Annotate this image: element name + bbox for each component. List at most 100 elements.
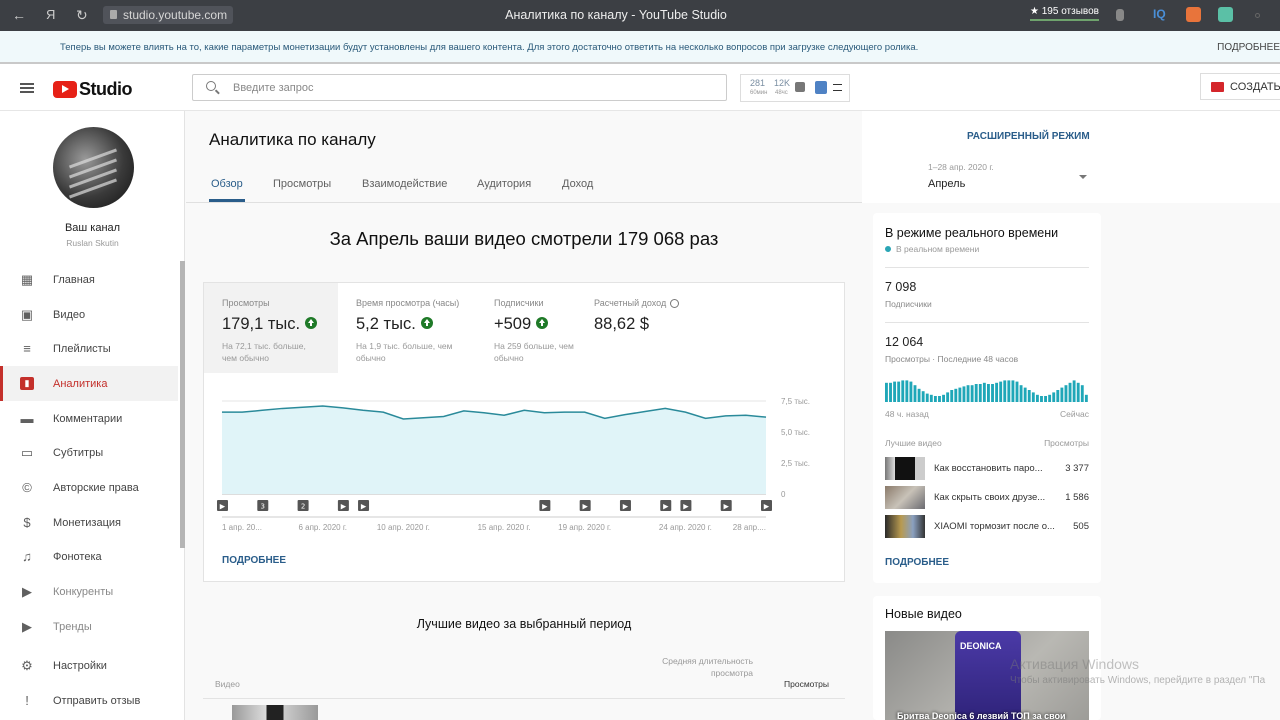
competitors-icon: ▶: [22, 584, 32, 599]
sidebar-item-video-library[interactable]: ▣ Видео: [0, 297, 178, 332]
video-thumbnail: [885, 515, 925, 538]
sidebar-item-comment[interactable]: ▬ Комментарии: [0, 401, 178, 436]
reviews-badge[interactable]: ★ 195 отзывов: [1030, 6, 1099, 21]
analytics-icon: ▮: [20, 377, 34, 390]
metric-label: Просмотры: [222, 298, 270, 308]
arrow-up-icon: [536, 316, 549, 329]
new-videos-title: Новые видео: [885, 607, 962, 621]
tab-views[interactable]: Просмотры: [273, 178, 331, 190]
windows-activation-title: Активация Windows: [1010, 656, 1140, 672]
marker-label: ▶: [683, 503, 689, 511]
date-select[interactable]: Апрель: [928, 178, 965, 190]
video-title: Как скрыть своих друзе...: [934, 492, 1046, 503]
channel-user: Ruslan Skutin: [66, 238, 119, 248]
marker-label: ▶: [582, 503, 588, 511]
widget-views-48h: 12K: [774, 78, 791, 88]
metric-subscribers[interactable]: Подписчики +509 На 259 больше, чем обычн…: [476, 283, 576, 373]
sidebar-item-playlist[interactable]: ≡ Плейлисты: [0, 331, 178, 366]
y-tick-label: 2,5 тыс.: [781, 459, 810, 468]
metric-watch-time[interactable]: Время просмотра (часы) 5,2 тыс. На 1,9 т…: [338, 283, 476, 373]
notice-text: Теперь вы можете влиять на то, какие пар…: [60, 42, 919, 53]
bookmark-icon[interactable]: [1116, 9, 1124, 21]
realtime-bar: [885, 382, 888, 402]
sidebar-item-copyright[interactable]: © Авторские права: [0, 470, 178, 505]
dropdown-arrow-icon[interactable]: [1079, 175, 1087, 179]
search-input[interactable]: Введите запрос: [192, 74, 727, 101]
subtitles-icon: ▭: [20, 445, 34, 460]
top-videos-title: Лучшие видео за выбранный период: [416, 617, 632, 631]
realtime-bar: [1080, 385, 1084, 402]
sidebar-item-subtitles[interactable]: ▭ Субтитры: [0, 435, 178, 470]
channel-avatar[interactable]: [53, 127, 134, 208]
marker-label: ▶: [361, 503, 367, 511]
tab-overview[interactable]: Обзор: [209, 178, 245, 202]
sidebar-item-trends[interactable]: ▶ Тренды: [0, 609, 178, 644]
overview-more-link[interactable]: ПОДРОБНЕЕ: [222, 555, 286, 566]
metric-views[interactable]: Просмотры 179,1 тыс. На 72,1 тыс. больше…: [204, 283, 338, 373]
realtime-bar: [1007, 380, 1011, 402]
realtime-bar: [929, 394, 933, 402]
sidebar-item-audio-library[interactable]: ♫ Фонотека: [0, 539, 178, 574]
tab-engagement[interactable]: Взаимодействие: [362, 178, 447, 190]
sidebar-item-label: Монетизация: [53, 517, 121, 529]
realtime-views-label: Просмотры · Последние 48 часов: [885, 354, 1019, 364]
search-small-icon[interactable]: [1255, 13, 1260, 18]
bar-chart-icon[interactable]: [795, 82, 805, 92]
copyright-icon: ©: [22, 480, 32, 495]
realtime-bar: [1019, 385, 1023, 402]
realtime-bar: [901, 380, 905, 402]
extension-play-icon[interactable]: [815, 81, 827, 94]
extension-green-icon[interactable]: [1218, 7, 1233, 22]
date-range-text: 1–28 апр. 2020 г.: [928, 162, 994, 172]
sidebar-item-dashboard[interactable]: ▦ Главная: [0, 262, 178, 297]
marker-label: ▶: [341, 503, 347, 511]
vidiq-widget[interactable]: 281 60мин 12K 48чс: [740, 74, 850, 102]
sidebar-item-competitors[interactable]: ▶ Конкуренты: [0, 574, 178, 609]
realtime-video-row[interactable]: Как восстановить паро... 3 377: [885, 457, 1089, 481]
analytics-tabs: Обзор Просмотры Взаимодействие Аудитория…: [186, 178, 862, 203]
realtime-more-link[interactable]: ПОДРОБНЕЕ: [885, 557, 949, 568]
menu-icon[interactable]: [20, 83, 34, 93]
realtime-video-row[interactable]: Как скрыть своих друзе... 1 586: [885, 486, 1089, 510]
create-button[interactable]: СОЗДАТЬ: [1200, 73, 1280, 100]
search-icon: [206, 81, 216, 91]
sidebar-scrollbar[interactable]: [180, 261, 185, 548]
studio-logo[interactable]: Studio: [53, 79, 133, 100]
realtime-card: В режиме реального времени В реальном вр…: [873, 213, 1101, 583]
realtime-bar: [1040, 396, 1043, 402]
sidebar-item-gear[interactable]: ⚙ Настройки: [0, 648, 178, 683]
realtime-video-row[interactable]: XIAOMI тормозит после о... 505: [885, 515, 1089, 539]
metric-revenue[interactable]: Расчетный доход 88,62 $: [576, 283, 706, 373]
sidebar-item-label: Настройки: [53, 660, 107, 672]
column-views[interactable]: Просмотры: [784, 679, 829, 689]
x-tick-label: 1 апр. 20...: [222, 523, 262, 532]
youtube-logo-icon: [53, 81, 77, 98]
sidebar-item-dollar[interactable]: $ Монетизация: [0, 505, 178, 540]
sidebar-item-analytics[interactable]: ▮ Аналитика: [0, 366, 178, 401]
sidebar-item-feedback[interactable]: ! Отправить отзыв: [0, 683, 178, 718]
metric-label: Подписчики: [494, 298, 544, 308]
dollar-icon: $: [23, 515, 31, 530]
iq-icon[interactable]: IQ: [1153, 7, 1168, 22]
studio-header: Studio Введите запрос 281 60мин 12K 48чс…: [0, 64, 1280, 111]
realtime-bar: [1027, 390, 1031, 402]
realtime-bar: [1003, 380, 1007, 402]
realtime-bar: [991, 384, 994, 402]
sidebar-item-label: Видео: [53, 309, 86, 321]
realtime-bar: [974, 384, 978, 402]
video-thumbnail[interactable]: [232, 705, 318, 720]
divider: [885, 322, 1089, 323]
video-library-icon: ▣: [20, 307, 34, 322]
advanced-mode-link[interactable]: РАСШИРЕННЫЙ РЕЖИМ: [967, 131, 1090, 142]
widget-menu-icon[interactable]: [833, 84, 842, 91]
create-video-icon: [1211, 82, 1224, 92]
tab-revenue[interactable]: Доход: [562, 178, 593, 190]
tab-audience[interactable]: Аудитория: [477, 178, 531, 190]
column-avg-duration[interactable]: Средняя длительность просмотра: [656, 655, 753, 679]
extension-orange-icon[interactable]: [1186, 7, 1201, 22]
realtime-bar: [1011, 380, 1015, 402]
notice-more-link[interactable]: ПОДРОБНЕЕ: [1217, 42, 1280, 53]
realtime-bar: [1072, 380, 1076, 402]
y-tick-label: 5,0 тыс.: [781, 428, 810, 437]
search-placeholder: Введите запрос: [233, 82, 314, 94]
